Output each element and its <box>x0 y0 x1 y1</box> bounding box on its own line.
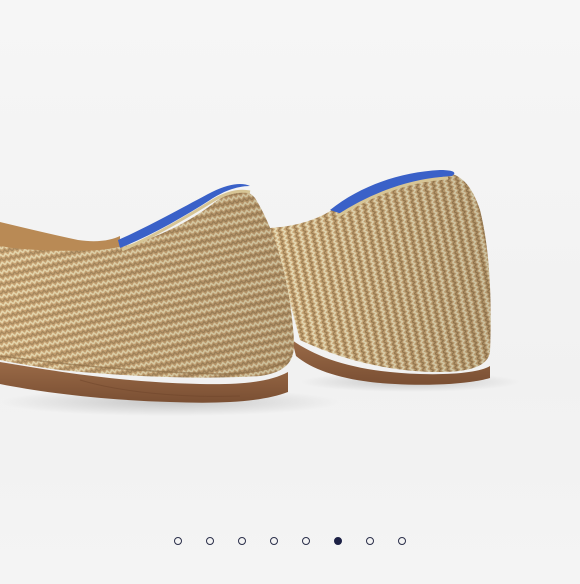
carousel-dot-8[interactable] <box>398 537 406 545</box>
product-photo <box>0 0 580 520</box>
carousel-dot-1[interactable] <box>174 537 182 545</box>
carousel-dot-5[interactable] <box>302 537 310 545</box>
carousel-dot-7[interactable] <box>366 537 374 545</box>
product-image-carousel <box>0 0 580 584</box>
left-shoe <box>0 184 295 403</box>
carousel-dot-3[interactable] <box>238 537 246 545</box>
carousel-dot-6-active[interactable] <box>334 537 342 545</box>
carousel-pagination <box>0 534 580 548</box>
carousel-dot-4[interactable] <box>270 537 278 545</box>
carousel-dot-2[interactable] <box>206 537 214 545</box>
right-shoe <box>270 170 491 385</box>
